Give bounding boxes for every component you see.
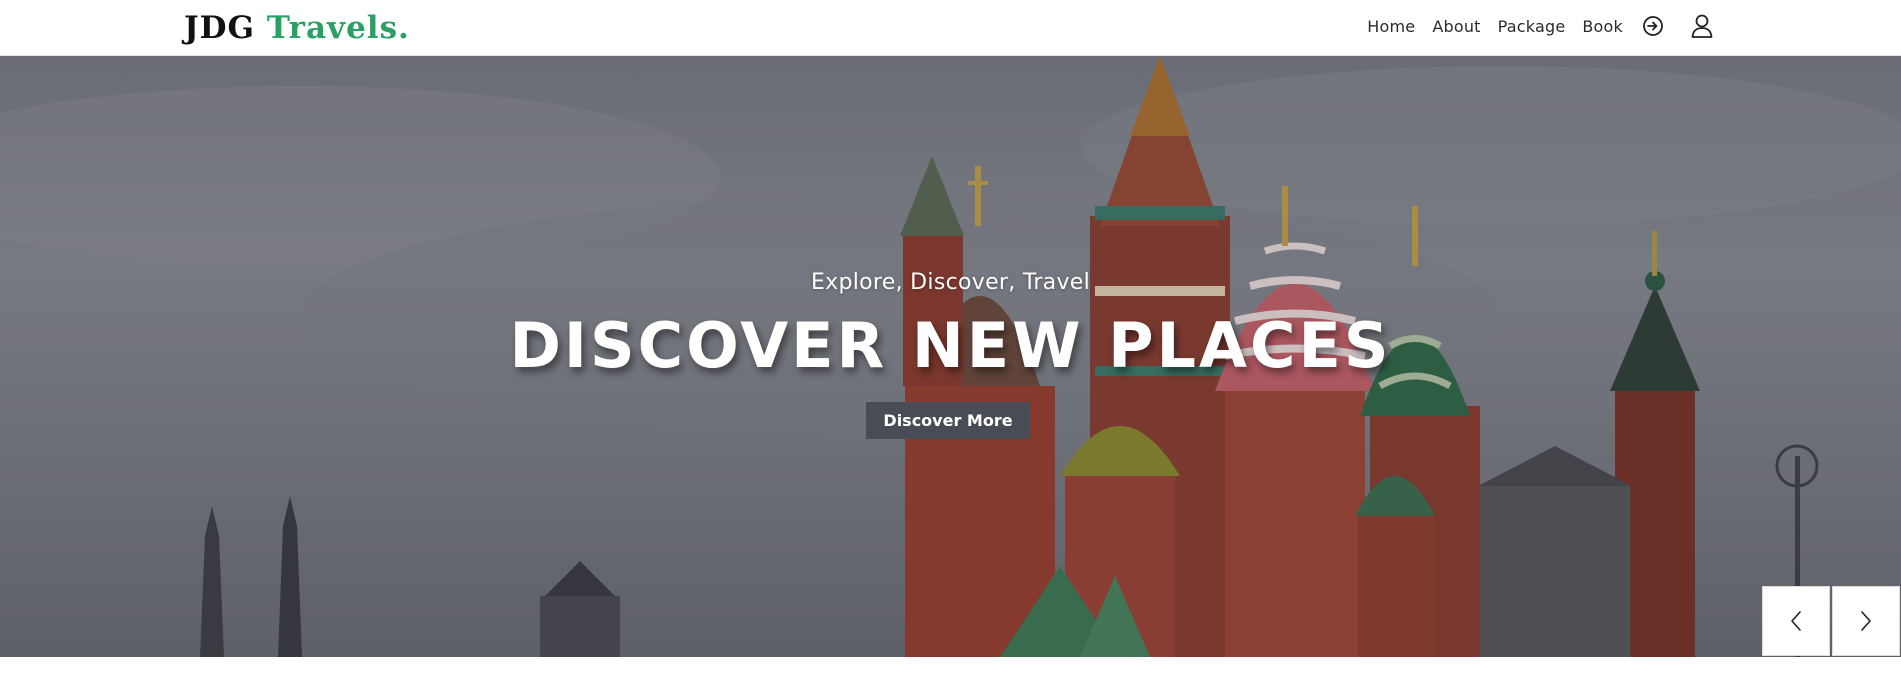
hero-slider: Explore, Discover, Travel DISCOVER NEW P…	[0, 56, 1901, 657]
nav-book-link[interactable]: Book	[1582, 17, 1623, 36]
nav-home-link[interactable]: Home	[1367, 17, 1415, 36]
slider-prev-button[interactable]	[1762, 586, 1830, 656]
chevron-left-icon	[1791, 611, 1801, 631]
user-icon[interactable]	[1689, 13, 1715, 39]
logo-text: JDG	[184, 10, 256, 46]
site-header: JDG Travels. Home About Package Book	[0, 0, 1901, 56]
site-logo[interactable]: JDG Travels.	[184, 6, 410, 50]
hero-subtitle: Explore, Discover, Travel	[810, 270, 1091, 295]
logo-accent-text: Travels.	[266, 10, 410, 46]
hero-title: DISCOVER NEW PLACES	[509, 309, 1392, 382]
discover-more-button[interactable]: Discover More	[866, 402, 1030, 439]
page-bottom-strip	[0, 657, 1901, 679]
main-nav: Home About Package Book	[1367, 0, 1715, 52]
slider-next-button[interactable]	[1832, 586, 1900, 656]
nav-package-link[interactable]: Package	[1498, 17, 1566, 36]
nav-about-link[interactable]: About	[1432, 17, 1480, 36]
sign-in-icon[interactable]	[1640, 13, 1666, 39]
chevron-right-icon	[1861, 611, 1871, 631]
